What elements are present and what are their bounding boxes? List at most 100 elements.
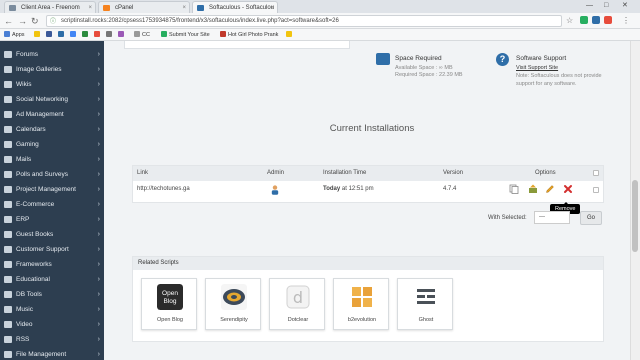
select-all-checkbox[interactable] <box>593 170 599 176</box>
close-tab-icon[interactable]: × <box>182 2 186 13</box>
tab-title: cPanel <box>115 5 134 11</box>
sidebar-item[interactable]: Social Networking › <box>0 92 104 107</box>
category-icon <box>4 81 12 88</box>
sidebar-item[interactable]: Calendars › <box>0 122 104 137</box>
sidebar-item[interactable]: Wikis › <box>0 77 104 92</box>
sidebar-item-label: Forums <box>16 51 39 58</box>
sidebar-item[interactable]: File Management › <box>0 347 104 360</box>
sidebar-item[interactable]: Music › <box>0 302 104 317</box>
category-icon <box>4 351 12 358</box>
col-version: Version <box>443 170 464 176</box>
sidebar-item-label: Social Networking <box>16 96 69 103</box>
reload-icon[interactable]: ↻ <box>31 15 39 27</box>
sidebar-item-label: Frameworks <box>16 261 52 268</box>
col-installation-time: Installation Time <box>323 170 367 176</box>
sidebar-item[interactable]: Frameworks › <box>0 257 104 272</box>
facebook-icon <box>46 31 52 37</box>
sidebar-item[interactable]: Educational › <box>0 272 104 287</box>
category-icon <box>4 66 12 73</box>
menu-kebab-icon[interactable]: ⋮ <box>622 15 630 27</box>
script-card-open-blog[interactable]: Open Blog Open Blog <box>141 278 197 330</box>
remove-x-icon[interactable] <box>563 184 573 194</box>
category-icon <box>4 126 12 133</box>
category-icon <box>4 291 12 298</box>
sidebar-item[interactable]: Ad Management › <box>0 107 104 122</box>
space-required-title: Space Required <box>395 55 442 62</box>
chevron-right-icon: › <box>97 306 100 313</box>
bookmark-icon-only[interactable] <box>34 31 42 39</box>
sidebar-item[interactable]: E-Commerce › <box>0 197 104 212</box>
bookmark-icon-only[interactable] <box>94 31 102 39</box>
admin-user-icon[interactable] <box>271 185 279 195</box>
sidebar-item[interactable]: Project Management › <box>0 182 104 197</box>
back-arrow-icon[interactable]: ← <box>4 15 13 27</box>
sidebar-item[interactable]: Forums › <box>0 47 104 62</box>
browser-tab[interactable]: Client Area - Freenom × <box>4 1 96 13</box>
sidebar-item[interactable]: Gaming › <box>0 137 104 152</box>
clone-icon[interactable] <box>509 184 519 194</box>
bookmark-icon-only[interactable] <box>58 31 66 39</box>
bulk-action-select[interactable]: --- <box>534 211 570 224</box>
sidebar-item[interactable]: RSS › <box>0 332 104 347</box>
script-card-b2evolution[interactable]: b2evolution <box>333 278 389 330</box>
close-tab-icon[interactable]: × <box>88 2 92 13</box>
chevron-right-icon: › <box>97 216 100 223</box>
bookmark-star-icon[interactable]: ☆ <box>566 15 573 27</box>
chevron-right-icon: › <box>97 81 100 88</box>
bookmark-apps[interactable]: Apps <box>4 31 25 39</box>
sidebar-item[interactable]: Mails › <box>0 152 104 167</box>
bookmark-icon-only[interactable] <box>70 31 78 39</box>
table-header: Link Admin Installation Time Version Opt… <box>133 166 603 181</box>
sidebar-item[interactable]: Customer Support › <box>0 242 104 257</box>
row-checkbox[interactable] <box>593 187 599 193</box>
browser-tab-active[interactable]: Softaculous - Softaculou × <box>192 1 278 13</box>
bookmark-icon-only[interactable] <box>46 31 54 39</box>
extension-icon[interactable] <box>580 16 588 24</box>
browser-tab[interactable]: cPanel × <box>98 1 190 13</box>
visit-support-link[interactable]: Visit Support Site <box>516 65 558 71</box>
sidebar-item-label: E-Commerce <box>16 201 55 208</box>
script-card-dotclear[interactable]: d Dotclear <box>269 278 325 330</box>
minimize-icon[interactable]: — <box>586 0 593 12</box>
bookmark-photo-prank[interactable]: Hot Girl Photo Prank <box>220 31 278 39</box>
svg-text:d: d <box>293 288 303 307</box>
google-icon <box>70 31 76 37</box>
sidebar-item-label: Mails <box>16 156 32 163</box>
chevron-right-icon: › <box>97 111 100 118</box>
chevron-right-icon: › <box>97 171 100 178</box>
bookmark-submit-site[interactable]: Submit Your Site <box>161 31 210 39</box>
disk-icon <box>376 53 390 65</box>
required-space: Required Space : 22.39 MB <box>395 72 463 78</box>
maximize-icon[interactable]: □ <box>604 0 608 12</box>
bookmark-icon-only[interactable] <box>286 31 294 39</box>
extension-icon[interactable] <box>592 16 600 24</box>
edit-pencil-icon[interactable] <box>545 184 555 194</box>
sidebar-item[interactable]: ERP › <box>0 212 104 227</box>
installations-table: Link Admin Installation Time Version Opt… <box>132 165 604 203</box>
software-support-title: Software Support <box>516 55 567 62</box>
bookmark-icon-only[interactable] <box>106 31 114 39</box>
extension-icon[interactable] <box>604 16 612 24</box>
top-card-fragment <box>124 41 350 49</box>
sidebar-item-label: Guest Books <box>16 231 54 238</box>
script-card-ghost[interactable]: Ghost <box>397 278 453 330</box>
sidebar-item[interactable]: DB Tools › <box>0 287 104 302</box>
forward-arrow-icon[interactable]: → <box>18 15 27 27</box>
script-card-serendipity[interactable]: Serendipity <box>205 278 261 330</box>
sidebar-item[interactable]: Video › <box>0 317 104 332</box>
backup-icon[interactable] <box>528 184 538 194</box>
scrollbar-thumb[interactable] <box>632 180 638 252</box>
sidebar-item-label: Calendars <box>16 126 46 133</box>
sidebar-item[interactable]: Polls and Surveys › <box>0 167 104 182</box>
install-link[interactable]: http://techotunes.ga <box>137 186 190 192</box>
close-window-icon[interactable]: ✕ <box>622 0 628 12</box>
bookmark-cc[interactable]: CC <box>134 31 150 39</box>
bookmark-icon-only[interactable] <box>82 31 90 39</box>
install-time: Today at 12:51 pm <box>323 186 374 192</box>
url-input[interactable]: ⓘ scriptinstall.rocks:2082/cpsess1753934… <box>46 15 562 27</box>
close-tab-icon[interactable]: × <box>270 2 274 13</box>
bookmark-icon-only[interactable] <box>118 31 126 39</box>
sidebar-item[interactable]: Guest Books › <box>0 227 104 242</box>
sidebar-item[interactable]: Image Galleries › <box>0 62 104 77</box>
go-button[interactable]: Go <box>580 211 602 225</box>
